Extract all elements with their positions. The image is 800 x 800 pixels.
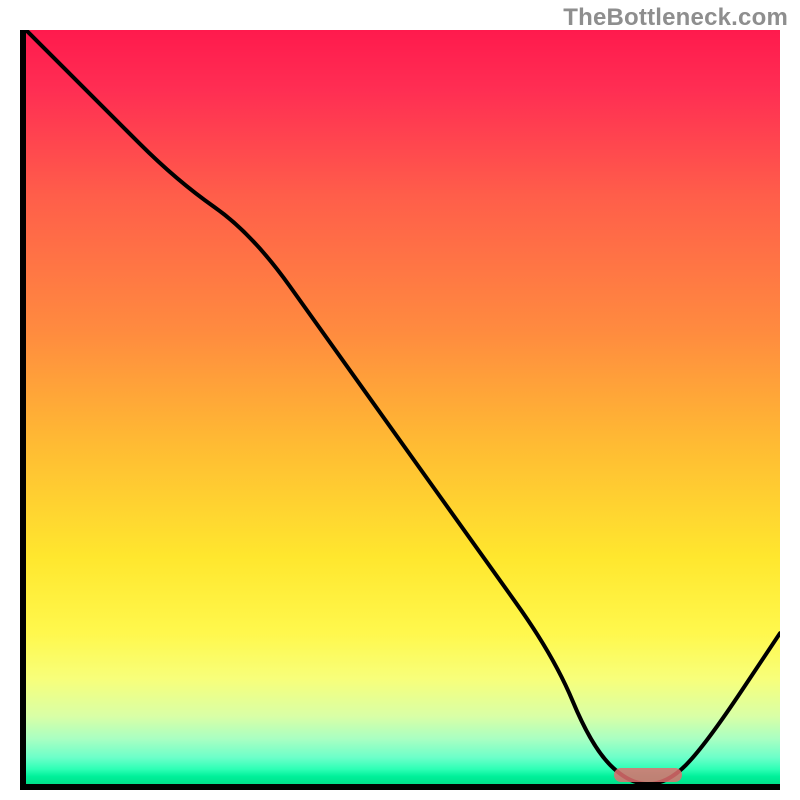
bottleneck-curve (26, 30, 780, 784)
plot-area (26, 30, 780, 784)
chart-container: TheBottleneck.com (0, 0, 800, 800)
attribution-label: TheBottleneck.com (563, 4, 788, 32)
optimal-zone-marker (614, 768, 682, 782)
curve-layer (26, 30, 780, 784)
